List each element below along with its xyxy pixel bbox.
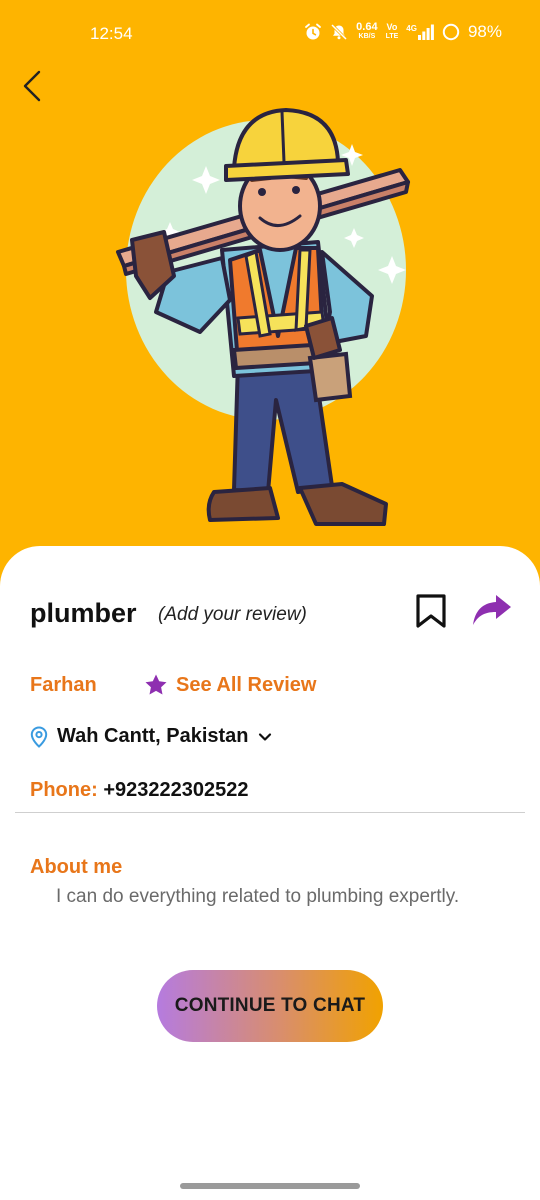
mute-icon xyxy=(330,23,348,41)
phone-row: Phone: +923222302522 xyxy=(30,779,249,802)
see-all-review-link[interactable]: See All Review xyxy=(144,673,316,697)
bookmark-icon xyxy=(416,594,446,628)
signal-icon: 4G xyxy=(406,24,434,40)
status-icons: 0.64 KB/S Vo LTE 4G 98% xyxy=(304,22,502,42)
location-text: Wah Cantt, Pakistan xyxy=(57,725,249,747)
divider xyxy=(15,812,525,813)
see-all-review-label: See All Review xyxy=(176,673,317,696)
volte-indicator: Vo LTE xyxy=(385,22,399,41)
status-bar: 12:54 0.64 KB/S Vo LTE 4G 98% xyxy=(0,0,540,70)
battery-percent: 98% xyxy=(467,22,502,41)
location-pin-icon xyxy=(30,725,48,748)
bookmark-button[interactable] xyxy=(412,592,450,630)
continue-to-chat-button[interactable]: CONTINUE TO CHAT xyxy=(157,970,383,1042)
share-button[interactable] xyxy=(470,592,514,628)
star-icon xyxy=(145,674,167,695)
add-review-link[interactable]: (Add your review) xyxy=(158,604,307,626)
battery-icon xyxy=(442,23,460,41)
construction-worker-illustration xyxy=(116,108,410,526)
chevron-left-icon xyxy=(23,70,41,102)
status-time: 12:54 xyxy=(90,24,133,43)
share-icon xyxy=(473,595,511,625)
location-selector[interactable]: Wah Cantt, Pakistan xyxy=(30,725,272,748)
alarm-icon xyxy=(304,23,322,41)
service-title: plumber xyxy=(30,598,137,628)
home-indicator[interactable] xyxy=(180,1183,360,1189)
phone-number[interactable]: +923222302522 xyxy=(103,779,248,801)
net-speed: 0.64 KB/S xyxy=(356,21,378,41)
provider-name: Farhan xyxy=(30,674,97,696)
continue-to-chat-label: CONTINUE TO CHAT xyxy=(174,995,366,1016)
about-me-heading: About me xyxy=(30,856,123,878)
chevron-down-icon xyxy=(258,732,271,741)
about-me-text: I can do everything related to plumbing … xyxy=(56,886,460,907)
phone-label: Phone: xyxy=(30,779,98,801)
back-button[interactable] xyxy=(14,66,50,106)
